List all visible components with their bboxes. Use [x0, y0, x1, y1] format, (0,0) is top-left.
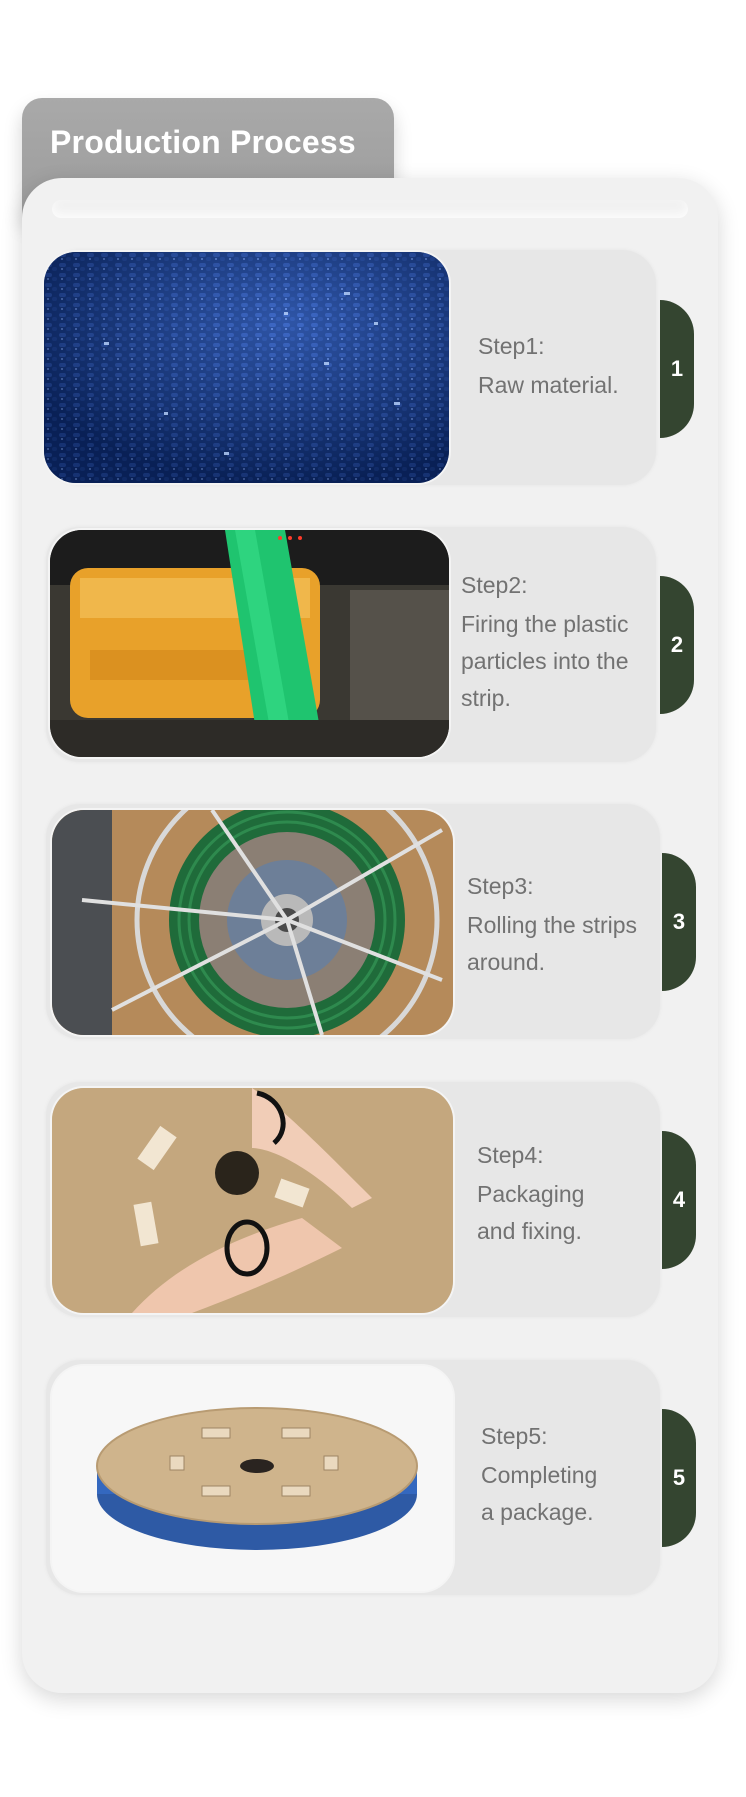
step-5-label: Step5: — [481, 1423, 548, 1449]
step-2-text: Step2: Firing the plastic particles into… — [461, 567, 628, 717]
step-3-text: Step3: Rolling the strips around. — [467, 868, 637, 981]
step-2-number: 2 — [670, 632, 684, 657]
step-1-text: Step1: Raw material. — [478, 328, 619, 404]
step-2-line-2: particles into the — [461, 648, 629, 674]
step-4-number: 4 — [672, 1187, 686, 1212]
step-1-number-badge: 1 — [660, 300, 694, 438]
step-5-line-2: a package. — [481, 1499, 594, 1525]
section-title: Production Process — [50, 124, 356, 160]
step-3-photo-rolling — [52, 810, 453, 1035]
step-2-number-badge: 2 — [660, 576, 694, 714]
step-2-line-1: Firing the plastic — [461, 611, 629, 637]
step-1-photo-raw-material — [44, 252, 449, 483]
step-1-label: Step1: — [478, 333, 545, 359]
step-1-number: 1 — [670, 356, 684, 381]
step-1-line-1: Raw material. — [478, 372, 619, 398]
step-3-label: Step3: — [467, 873, 534, 899]
step-4-photo-packaging — [52, 1088, 453, 1313]
step-5-line-1: Completing — [481, 1462, 598, 1488]
step-3-line-1: Rolling the strips — [467, 912, 638, 938]
step-4-line-1: Packaging — [477, 1181, 585, 1207]
production-process-page: Production Process Step1: Raw material. … — [0, 0, 746, 1797]
step-2-photo-strip-firing — [50, 530, 449, 757]
step-5-number: 5 — [672, 1465, 686, 1490]
step-3-number-badge: 3 — [662, 853, 696, 991]
step-5-number-badge: 5 — [662, 1409, 696, 1547]
step-2-line-3: strip. — [461, 685, 511, 711]
step-5-text: Step5: Completing a package. — [481, 1418, 597, 1531]
step-3-number: 3 — [672, 909, 686, 934]
step-5-photo-finished-package — [52, 1366, 453, 1591]
step-4-label: Step4: — [477, 1142, 544, 1168]
step-4-text: Step4: Packaging and fixing. — [477, 1137, 584, 1250]
step-2-label: Step2: — [461, 572, 528, 598]
step-3-line-2: around. — [467, 949, 546, 975]
step-4-number-badge: 4 — [662, 1131, 696, 1269]
step-4-line-2: and fixing. — [477, 1218, 582, 1244]
